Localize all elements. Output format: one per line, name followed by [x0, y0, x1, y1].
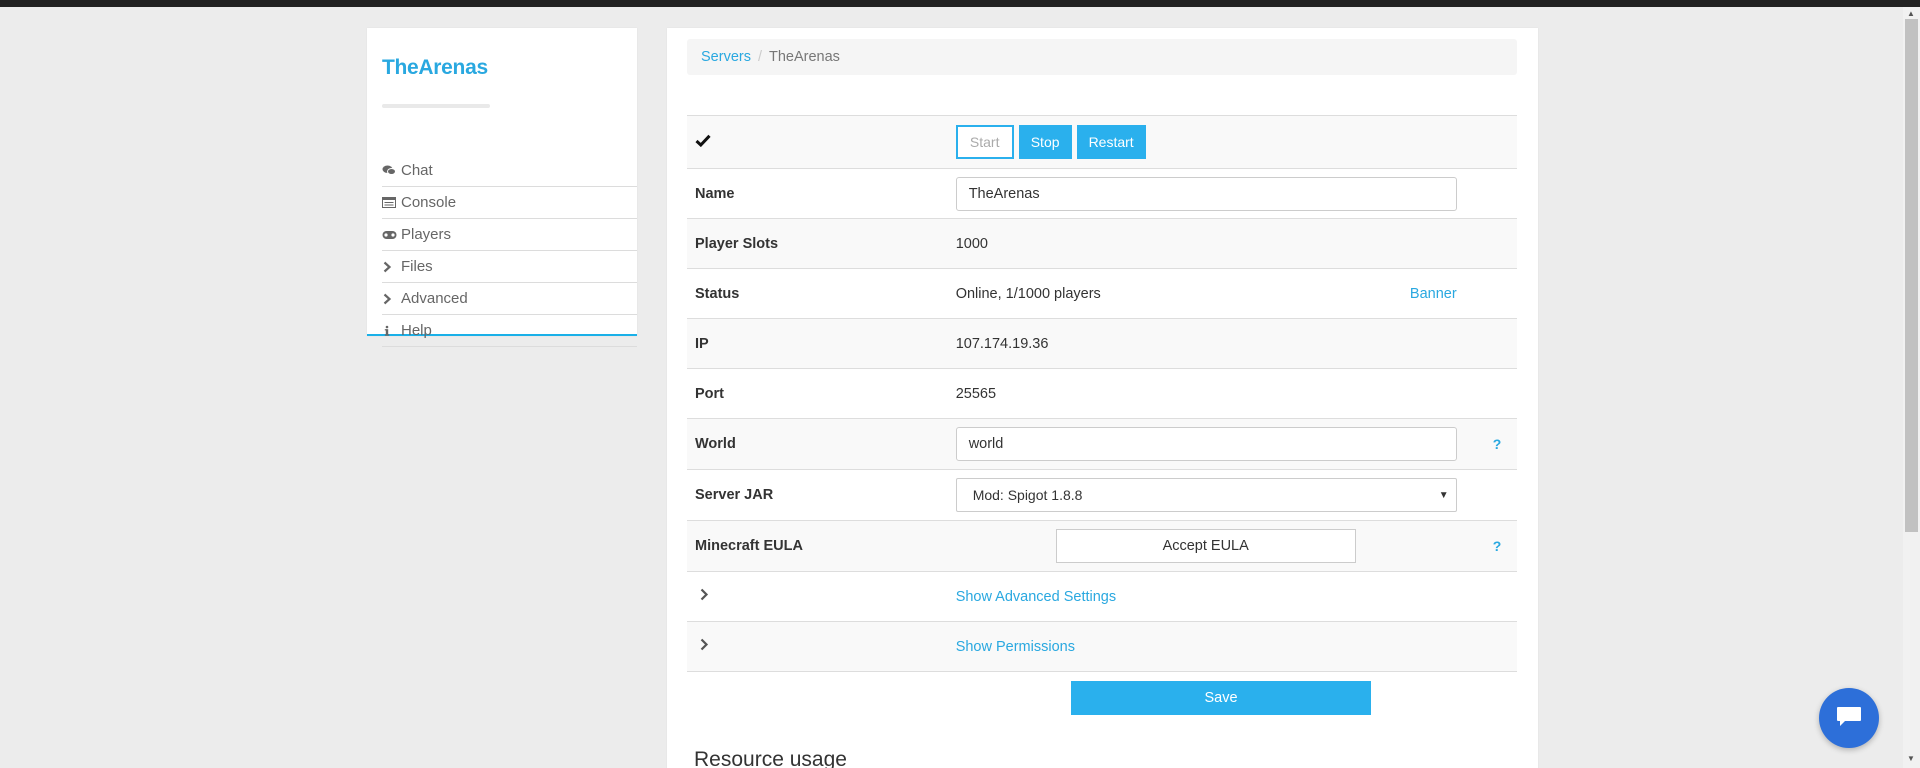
eula-help-icon[interactable]: ? [1473, 538, 1502, 554]
port-row: Port 25565 [687, 368, 1517, 419]
port-label: Port [695, 385, 724, 402]
scroll-up-icon[interactable]: ▲ [1907, 9, 1915, 18]
port-value: 25565 [955, 385, 997, 402]
chevron-right-icon[interactable] [695, 588, 709, 605]
world-help-icon[interactable]: ? [1473, 436, 1502, 452]
breadcrumb: Servers / TheArenas [687, 39, 1517, 75]
sidebar: TheArenas Chat Console Players Files Adv… [367, 28, 637, 347]
breadcrumb-current: TheArenas [769, 49, 840, 65]
top-bar [0, 0, 1920, 7]
sidebar-item-players[interactable]: Players [382, 219, 637, 251]
ip-row: IP 107.174.19.36 [687, 318, 1517, 369]
breadcrumb-separator: / [757, 49, 762, 65]
stop-button[interactable]: Stop [1018, 125, 1072, 159]
scroll-down-icon[interactable]: ▼ [1907, 754, 1915, 763]
chat-icon [382, 165, 401, 176]
sidebar-item-console[interactable]: Console [382, 187, 637, 219]
eula-label: Minecraft EULA [687, 520, 948, 572]
check-icon [695, 134, 711, 151]
sidebar-item-label: Console [401, 194, 457, 211]
sidebar-item-label: Chat [401, 162, 433, 179]
world-row: World world ? [687, 418, 1517, 470]
server-settings-table: Start Stop Restart Name TheArenas Player… [687, 115, 1517, 672]
chat-bubble-icon [1835, 705, 1863, 732]
sidebar-item-advanced[interactable]: Advanced [382, 283, 637, 315]
status-value: Online, 1/1000 players [955, 285, 1101, 302]
scrollbar-thumb[interactable] [1905, 19, 1918, 532]
world-field[interactable]: world [955, 427, 1457, 461]
chevron-right-icon [382, 293, 401, 305]
page-scrollbar[interactable]: ▲ ▼ [1903, 7, 1920, 768]
player-slots-row: Player Slots 1000 [687, 218, 1517, 269]
banner-link[interactable]: Banner [1410, 286, 1457, 302]
sidebar-item-help[interactable]: Help [382, 315, 637, 347]
start-button[interactable]: Start [955, 125, 1014, 159]
server-name-title[interactable]: TheArenas [382, 56, 488, 80]
player-slots-label: Player Slots [687, 218, 948, 269]
resource-usage-heading: Resource usage [694, 748, 847, 768]
accept-eula-button[interactable]: Accept EULA [1055, 529, 1356, 563]
gamepad-icon [382, 230, 401, 240]
sidebar-item-label: Help [401, 322, 432, 339]
info-icon [382, 325, 401, 337]
advanced-settings-row: Show Advanced Settings [687, 571, 1517, 622]
name-label: Name [695, 185, 735, 202]
world-label: World [687, 418, 948, 470]
player-slots-value: 1000 [947, 218, 1465, 269]
show-permissions-link[interactable]: Show Permissions [956, 639, 1075, 655]
sidebar-nav: Chat Console Players Files Advanced Help [382, 155, 637, 347]
permissions-row: Show Permissions [687, 621, 1517, 672]
save-button[interactable]: Save [1071, 681, 1371, 715]
sidebar-item-label: Advanced [401, 290, 468, 307]
server-jar-label: Server JAR [695, 487, 774, 503]
caret-down-icon: ▼ [1438, 489, 1449, 501]
show-advanced-settings-link[interactable]: Show Advanced Settings [956, 589, 1116, 605]
restart-button[interactable]: Restart [1076, 125, 1146, 159]
sidebar-item-label: Files [401, 258, 433, 275]
chevron-right-icon[interactable] [695, 638, 709, 655]
server-jar-select[interactable]: Mod: Spigot 1.8.8 ▼ [955, 478, 1457, 512]
chat-widget-button[interactable] [1819, 688, 1879, 748]
sidebar-item-chat[interactable]: Chat [382, 155, 637, 187]
eula-row: Minecraft EULA Accept EULA ? [687, 520, 1517, 572]
sidebar-item-label: Players [401, 226, 452, 243]
server-jar-row: Server JAR Mod: Spigot 1.8.8 ▼ [687, 469, 1517, 521]
controls-row: Start Stop Restart [687, 115, 1517, 169]
brand-divider [382, 104, 490, 108]
status-label: Status [695, 285, 740, 302]
main-panel: Servers / TheArenas Start Stop Restart N… [667, 28, 1538, 768]
chevron-right-icon [382, 261, 401, 273]
sidebar-item-files[interactable]: Files [382, 251, 637, 283]
status-row: Status Online, 1/1000 players Banner [687, 268, 1517, 319]
ip-value: 107.174.19.36 [947, 318, 1465, 369]
name-row: Name TheArenas [687, 168, 1517, 219]
console-icon [382, 197, 401, 208]
ip-label: IP [687, 318, 948, 369]
server-jar-selected: Mod: Spigot 1.8.8 [972, 487, 1083, 503]
breadcrumb-servers-link[interactable]: Servers [701, 49, 751, 65]
name-field[interactable]: TheArenas [955, 176, 1457, 211]
